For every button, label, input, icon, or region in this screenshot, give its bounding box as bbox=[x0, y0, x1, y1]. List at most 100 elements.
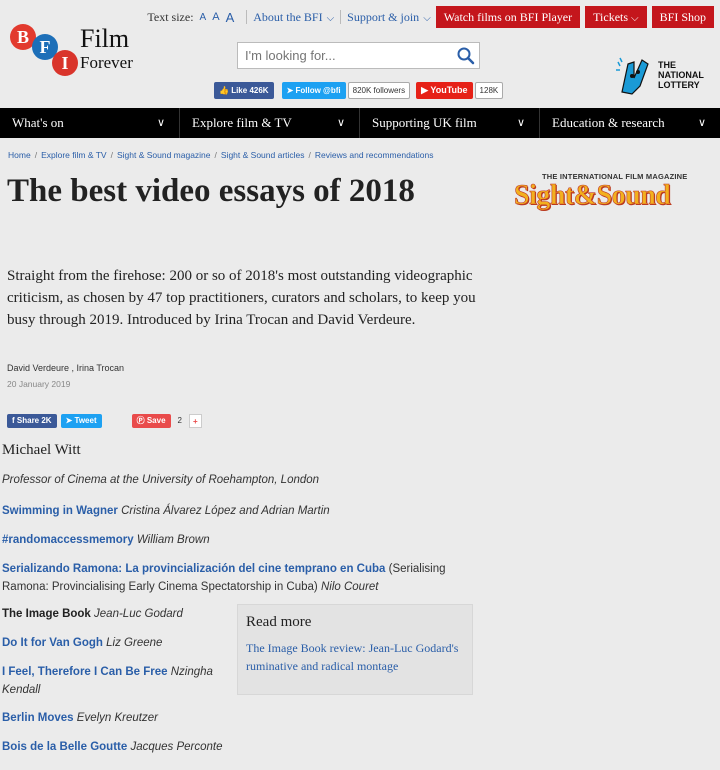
breadcrumb: Home / Explore film & TV / Sight & Sound m… bbox=[8, 150, 434, 160]
essay-link[interactable]: Do It for Van Gogh bbox=[2, 637, 103, 649]
essay-authors: William Brown bbox=[136, 534, 210, 546]
breadcrumb-home[interactable]: Home bbox=[8, 150, 31, 160]
article-standfirst: Straight from the firehose: 200 or so of… bbox=[7, 268, 476, 328]
share-bar: f Share 2K ➤ Tweet Ⓟ Save 2 + bbox=[7, 414, 206, 428]
essay-authors: Cristina Álvarez López and Adrian Martin bbox=[121, 505, 330, 517]
essay-authors: Jacques Perconte bbox=[130, 741, 223, 753]
facebook-like-label: Like bbox=[231, 86, 248, 95]
nav-label: Explore film & TV bbox=[192, 115, 292, 130]
chevron-down-icon: ∨ bbox=[697, 117, 706, 129]
facebook-share-label: Share bbox=[16, 416, 40, 425]
essay-title: The Image Book bbox=[2, 608, 91, 620]
essay-link[interactable]: I Feel, Therefore I Can Be Free bbox=[2, 666, 168, 678]
nav-supporting-uk-film[interactable]: Supporting UK film ∨ bbox=[360, 108, 540, 138]
twitter-follow-label: Follow @bfi bbox=[295, 86, 341, 95]
breadcrumb-reviews[interactable]: Reviews and recommendations bbox=[315, 150, 434, 160]
essay-link[interactable]: #randomaccessmemory bbox=[2, 534, 134, 546]
chevron-down-icon: ⌵ bbox=[631, 13, 639, 24]
list-item: I Feel, Therefore I Can Be Free Nzingha … bbox=[2, 663, 232, 699]
tickets-button[interactable]: Tickets ⌵ bbox=[585, 6, 647, 28]
lottery-wordmark: THE NATIONAL LOTTERY bbox=[658, 60, 704, 90]
essay-link[interactable]: Berlin Moves bbox=[2, 712, 74, 724]
logo-line-2: Forever bbox=[80, 53, 133, 72]
search-input[interactable] bbox=[238, 43, 453, 68]
facebook-share-button[interactable]: f Share 2K bbox=[7, 414, 57, 428]
sight-sound-wordmark: Sight&Sound bbox=[514, 180, 671, 211]
chevron-down-icon: ∨ bbox=[336, 117, 345, 129]
list-item: Berlin Moves Evelyn Kreutzer bbox=[2, 709, 232, 727]
lottery-line-1: THE bbox=[658, 60, 676, 70]
social-follow-bar: 👍 Like 426K ➤ Follow @bfi 820K followers… bbox=[214, 82, 509, 99]
bfi-logo[interactable]: B F I Film Forever bbox=[8, 20, 148, 80]
lottery-line-2: NATIONAL bbox=[658, 70, 704, 80]
logo-line-1: Film bbox=[80, 24, 130, 53]
sight-and-sound-logo[interactable]: THE INTERNATIONAL FILM MAGAZINE Sight&So… bbox=[514, 172, 714, 211]
bfi-logo-mark: B F I bbox=[8, 20, 78, 80]
search-icon[interactable] bbox=[453, 43, 479, 68]
chevron-down-icon: ⌵ bbox=[423, 12, 431, 24]
chevron-down-icon: ∨ bbox=[516, 117, 525, 129]
list-item: #randomaccessmemory William Brown bbox=[2, 531, 462, 549]
essay-authors: Liz Greene bbox=[106, 637, 163, 649]
facebook-like-count: 426K bbox=[249, 86, 269, 95]
page-title: The best video essays of 2018 bbox=[7, 173, 415, 209]
more-share-button[interactable]: + bbox=[188, 414, 202, 428]
facebook-like-button[interactable]: 👍 Like 426K bbox=[214, 82, 274, 99]
lottery-line-3: LOTTERY bbox=[658, 80, 700, 90]
breadcrumb-explore[interactable]: Explore film & TV bbox=[41, 150, 107, 160]
essay-authors: Nilo Couret bbox=[320, 581, 379, 593]
essay-authors: Jean-Luc Godard bbox=[94, 608, 183, 620]
chevron-down-icon: ⌵ bbox=[326, 12, 335, 24]
bfi-shop-button[interactable]: BFI Shop bbox=[651, 6, 714, 28]
list-item: Swimming in Wagner Cristina Álvarez Lópe… bbox=[2, 502, 462, 520]
divider bbox=[340, 10, 342, 24]
tickets-label: Tickets bbox=[593, 10, 629, 24]
read-more-heading: Read more bbox=[246, 614, 312, 630]
tweet-label: Tweet bbox=[74, 416, 97, 425]
contributor-role: Professor of Cinema at the University of… bbox=[2, 474, 320, 486]
logo-wordmark: Film Forever bbox=[80, 24, 133, 72]
list-item: The Image Book Jean-Luc Godard bbox=[2, 605, 232, 623]
text-size-large[interactable]: A bbox=[226, 10, 235, 25]
twitter-follower-count: 820K followers bbox=[347, 82, 411, 99]
text-size-medium[interactable]: A bbox=[212, 11, 219, 23]
breadcrumb-articles[interactable]: Sight & Sound articles bbox=[221, 150, 305, 160]
about-link-label: About the BFI bbox=[253, 9, 323, 24]
twitter-follow-button[interactable]: ➤ Follow @bfi bbox=[281, 82, 346, 99]
site-header: B F I Film Forever Text size: A A A Abou… bbox=[0, 0, 720, 108]
essay-link[interactable]: Serializando Ramona: La provincializació… bbox=[2, 563, 385, 575]
facebook-share-count: 2K bbox=[41, 416, 52, 425]
breadcrumb-sight-sound[interactable]: Sight & Sound magazine bbox=[117, 150, 211, 160]
main-nav: What's on ∨ Explore film & TV ∨ Supporting… bbox=[0, 108, 720, 138]
tweet-button[interactable]: ➤ Tweet bbox=[60, 414, 102, 428]
support-link-label: Support & join bbox=[347, 9, 420, 24]
nav-label: Supporting UK film bbox=[372, 115, 477, 130]
list-item: Serializando Ramona: La provincializació… bbox=[2, 560, 462, 596]
contributor-name: Michael Witt bbox=[2, 442, 81, 458]
nav-explore-film-tv[interactable]: Explore film & TV ∨ bbox=[180, 108, 360, 138]
divider bbox=[246, 10, 248, 24]
nav-whats-on[interactable]: What's on ∨ bbox=[0, 108, 180, 138]
support-link[interactable]: Support & join ⌵ bbox=[347, 10, 431, 25]
essay-link[interactable]: Bois de la Belle Goutte bbox=[2, 741, 127, 753]
read-more-box: Read more The Image Book review: Jean-Lu… bbox=[237, 604, 473, 695]
pinterest-save-button[interactable]: Ⓟ Save bbox=[131, 414, 171, 428]
text-size-label: Text size: bbox=[147, 9, 194, 24]
about-link[interactable]: About the BFI ⌵ bbox=[253, 10, 334, 25]
pinterest-save-label: Save bbox=[146, 416, 166, 425]
national-lottery-logo[interactable]: THE NATIONAL LOTTERY bbox=[612, 56, 712, 96]
list-item: Do It for Van Gogh Liz Greene bbox=[2, 634, 232, 652]
youtube-subscriber-count: 128K bbox=[474, 82, 504, 99]
youtube-label: YouTube bbox=[430, 85, 468, 95]
crossed-fingers-icon bbox=[616, 57, 649, 95]
list-item: Bois de la Belle Goutte Jacques Perconte bbox=[2, 738, 232, 756]
nav-education-research[interactable]: Education & research ∨ bbox=[540, 108, 720, 138]
nav-label: Education & research bbox=[552, 115, 665, 130]
youtube-button[interactable]: ▶ YouTube bbox=[416, 82, 473, 99]
read-more-link[interactable]: The Image Book review: Jean-Luc Godard's… bbox=[246, 641, 458, 673]
nav-label: What's on bbox=[12, 115, 64, 130]
text-size-small[interactable]: A bbox=[200, 12, 207, 23]
pinterest-count: 2 bbox=[177, 416, 182, 425]
bfi-player-button[interactable]: Watch films on BFI Player bbox=[435, 6, 581, 28]
essay-link[interactable]: Swimming in Wagner bbox=[2, 505, 118, 517]
